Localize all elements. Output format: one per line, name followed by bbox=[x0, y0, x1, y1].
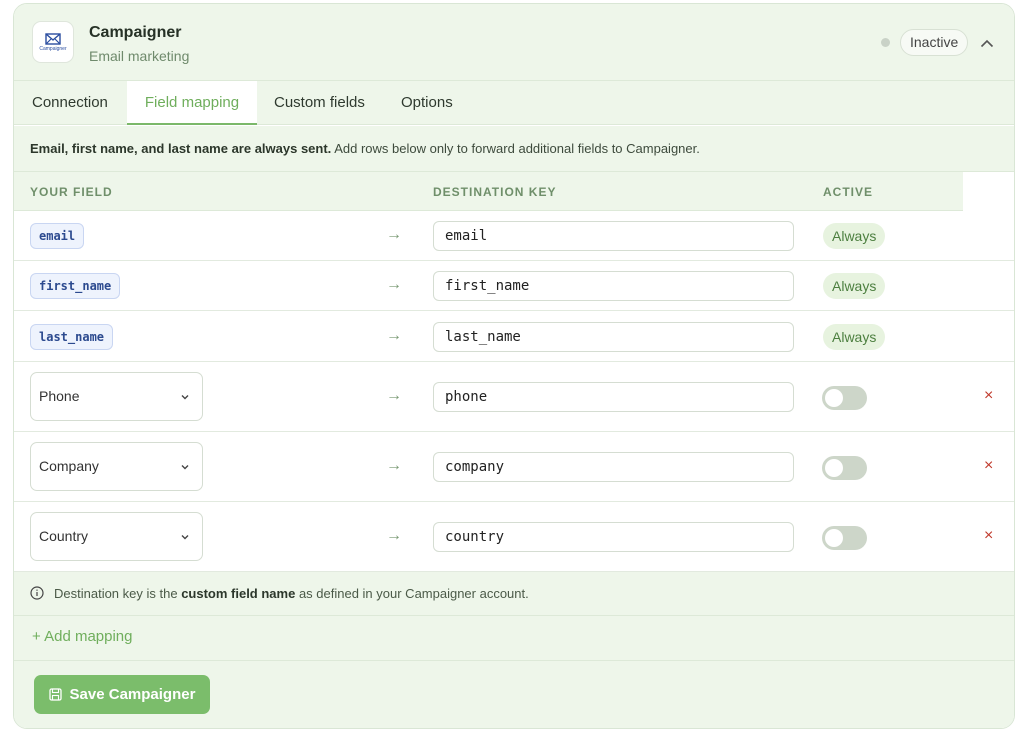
active-toggle[interactable] bbox=[822, 526, 867, 550]
always-badge: Always bbox=[823, 223, 886, 249]
campaigner-logo: Campaigner bbox=[32, 21, 74, 63]
card-header: Campaigner Campaigner Email marketing In… bbox=[14, 4, 1014, 81]
table-row: email → email Always bbox=[14, 211, 1014, 261]
integration-title: Campaigner bbox=[89, 24, 182, 41]
mapping-table-header: YOUR FIELD DESTINATION KEY ACTIVE bbox=[14, 172, 963, 211]
field-chip-first-name: first_name bbox=[30, 273, 121, 299]
tab-connection[interactable]: Connection bbox=[32, 81, 108, 125]
destination-key-input[interactable]: company bbox=[433, 452, 794, 482]
tab-bar: Connection Field mapping Custom fields O… bbox=[14, 81, 1014, 125]
active-toggle[interactable] bbox=[822, 456, 867, 480]
chevron-up-icon bbox=[980, 39, 994, 47]
status-badge: Inactive bbox=[900, 29, 969, 56]
field-select-country[interactable]: Country bbox=[30, 512, 203, 561]
destination-key-input[interactable]: email bbox=[433, 221, 794, 251]
destination-key-note: Destination key is the custom field name… bbox=[14, 572, 1014, 616]
collapse-button[interactable] bbox=[976, 32, 998, 54]
chevron-down-icon bbox=[180, 443, 190, 490]
arrow-right-icon: → bbox=[386, 527, 402, 544]
note-bold-text: custom field name bbox=[181, 586, 296, 601]
field-select-phone[interactable]: Phone bbox=[30, 372, 203, 421]
col-destination-key: DESTINATION KEY bbox=[433, 185, 557, 199]
chevron-down-icon bbox=[180, 373, 190, 420]
table-row: last_name → last_name Always bbox=[14, 311, 1014, 362]
tab-custom-fields[interactable]: Custom fields bbox=[274, 81, 365, 125]
col-your-field: YOUR FIELD bbox=[30, 185, 113, 199]
chevron-down-icon bbox=[180, 513, 190, 560]
arrow-right-icon: → bbox=[386, 226, 402, 243]
info-text: Add rows below only to forward additiona… bbox=[331, 141, 700, 156]
col-active: ACTIVE bbox=[823, 185, 874, 199]
remove-row-button[interactable]: × bbox=[984, 387, 993, 405]
destination-key-input[interactable]: first_name bbox=[433, 271, 794, 301]
save-button[interactable]: Save Campaigner bbox=[34, 675, 210, 714]
field-select-value: Phone bbox=[39, 388, 80, 404]
destination-key-input[interactable]: country bbox=[433, 522, 794, 552]
info-bar: Email, first name, and last name are alw… bbox=[14, 126, 1014, 172]
info-icon bbox=[30, 586, 44, 600]
logo-text: Campaigner bbox=[39, 45, 67, 52]
tab-field-mapping[interactable]: Field mapping bbox=[127, 81, 257, 125]
add-mapping-row: + Add mapping bbox=[14, 616, 1014, 661]
info-bold-text: Email, first name, and last name are alw… bbox=[30, 141, 332, 156]
arrow-right-icon: → bbox=[386, 276, 402, 293]
envelope-icon bbox=[45, 32, 61, 45]
integration-subtitle: Email marketing bbox=[89, 48, 190, 64]
active-toggle[interactable] bbox=[822, 386, 867, 410]
floppy-disk-icon bbox=[48, 688, 62, 701]
table-row: Company → company × bbox=[14, 432, 1014, 502]
remove-row-button[interactable]: × bbox=[984, 527, 993, 545]
arrow-right-icon: → bbox=[386, 327, 402, 344]
tab-options[interactable]: Options bbox=[401, 81, 453, 125]
note-text-post: as defined in your Campaigner account. bbox=[295, 586, 529, 601]
note-text-pre: Destination key is the bbox=[54, 586, 182, 601]
save-button-label: Save Campaigner bbox=[69, 686, 196, 703]
field-chip-email: email bbox=[30, 223, 85, 249]
field-chip-last-name: last_name bbox=[30, 324, 114, 350]
destination-key-input[interactable]: last_name bbox=[433, 322, 794, 352]
remove-row-button[interactable]: × bbox=[984, 457, 993, 475]
table-row: Country → country × bbox=[14, 502, 1014, 572]
field-select-value: Company bbox=[39, 458, 99, 474]
field-select-value: Country bbox=[39, 528, 89, 544]
arrow-right-icon: → bbox=[386, 457, 402, 474]
always-badge: Always bbox=[823, 273, 886, 299]
field-select-company[interactable]: Company bbox=[30, 442, 203, 491]
table-row: Phone → phone × bbox=[14, 362, 1014, 432]
status-dot bbox=[881, 38, 890, 47]
integration-card: Campaigner Campaigner Email marketing In… bbox=[13, 3, 1015, 729]
table-row: first_name → first_name Always bbox=[14, 261, 1014, 311]
arrow-right-icon: → bbox=[386, 387, 402, 404]
card-footer: Save Campaigner bbox=[14, 661, 1014, 728]
always-badge: Always bbox=[823, 324, 886, 350]
destination-key-input[interactable]: phone bbox=[433, 382, 794, 412]
add-mapping-button[interactable]: + Add mapping bbox=[32, 628, 133, 645]
